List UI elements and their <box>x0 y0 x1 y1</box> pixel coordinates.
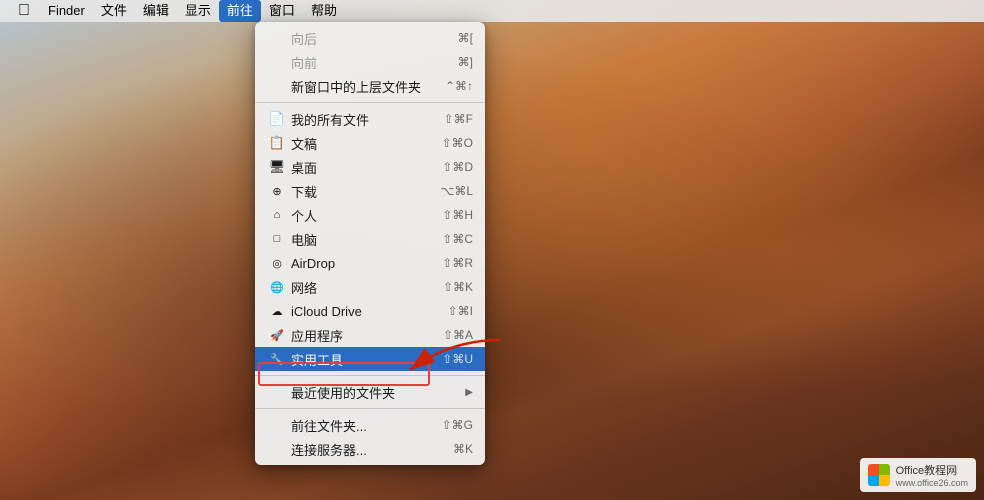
downloads-icon: ⊕ <box>267 185 287 198</box>
menubar-edit[interactable]: 编辑 <box>135 0 177 22</box>
menu-item-forward[interactable]: 向前 ⌘] <box>255 50 485 74</box>
icloud-label: iCloud Drive <box>291 304 448 319</box>
downloads-label: 下载 <box>291 182 440 201</box>
applications-shortcut: ⇧⌘A <box>443 328 473 342</box>
enclosing-shortcut: ⌃⌘↑ <box>445 79 473 93</box>
applications-label: 应用程序 <box>291 326 443 345</box>
icloud-icon: ☁ <box>267 305 287 318</box>
documents-shortcut: ⇧⌘O <box>442 136 473 150</box>
utilities-shortcut: ⇧⌘U <box>442 352 473 366</box>
separator-2 <box>255 375 485 376</box>
allfiles-label: 我的所有文件 <box>291 110 444 129</box>
icloud-shortcut: ⇧⌘I <box>448 304 473 318</box>
documents-label: 文稿 <box>291 134 442 153</box>
menu-item-gotofolder[interactable]: 前往文件夹... ⇧⌘G <box>255 413 485 437</box>
watermark-subtext: www.office26.com <box>896 478 968 488</box>
menubar-finder[interactable]: Finder <box>40 0 93 22</box>
menu-item-downloads[interactable]: ⊕ 下载 ⌥⌘L <box>255 179 485 203</box>
menu-item-recents[interactable]: 最近使用的文件夹 ▶ <box>255 380 485 404</box>
network-icon: 🌐 <box>267 281 287 294</box>
menubar-file[interactable]: 文件 <box>93 0 135 22</box>
menu-item-enclosing[interactable]: 新窗口中的上层文件夹 ⌃⌘↑ <box>255 74 485 98</box>
desktop-label: 桌面 <box>291 158 442 177</box>
desktop-icon: 🖥 <box>267 159 287 175</box>
menu-item-documents[interactable]: 📋 文稿 ⇧⌘O <box>255 131 485 155</box>
computer-label: 电脑 <box>291 230 442 249</box>
network-label: 网络 <box>291 278 443 297</box>
back-shortcut: ⌘[ <box>458 31 473 45</box>
menu-item-icloud[interactable]: ☁ iCloud Drive ⇧⌘I <box>255 299 485 323</box>
enclosing-label: 新窗口中的上层文件夹 <box>291 77 445 96</box>
menubar-help[interactable]: 帮助 <box>303 0 345 22</box>
menu-item-utilities[interactable]: 🔧 实用工具 ⇧⌘U <box>255 347 485 371</box>
allfiles-shortcut: ⇧⌘F <box>444 112 473 126</box>
utilities-icon: 🔧 <box>267 353 287 366</box>
forward-label: 向前 <box>291 53 458 72</box>
menu-item-connectserver[interactable]: 连接服务器... ⌘K <box>255 437 485 461</box>
separator-3 <box>255 408 485 409</box>
go-menu-dropdown: 向后 ⌘[ 向前 ⌘] 新窗口中的上层文件夹 ⌃⌘↑ 📄 我的所有文件 ⇧⌘F … <box>255 22 485 465</box>
documents-icon: 📋 <box>267 135 287 151</box>
recents-label: 最近使用的文件夹 <box>291 383 465 402</box>
airdrop-shortcut: ⇧⌘R <box>442 256 473 270</box>
separator-1 <box>255 102 485 103</box>
menubar:  Finder 文件 编辑 显示 前往 窗口 帮助 <box>0 0 984 22</box>
home-shortcut: ⇧⌘H <box>442 208 473 222</box>
connectserver-shortcut: ⌘K <box>453 442 473 456</box>
watermark: Office教程网 www.office26.com <box>860 458 976 492</box>
menu-item-back[interactable]: 向后 ⌘[ <box>255 26 485 50</box>
desktop:  Finder 文件 编辑 显示 前往 窗口 帮助 向后 ⌘[ 向前 ⌘] 新… <box>0 0 984 500</box>
menu-item-computer[interactable]: □ 电脑 ⇧⌘C <box>255 227 485 251</box>
connectserver-label: 连接服务器... <box>291 440 453 459</box>
applications-icon: 🚀 <box>267 329 287 342</box>
desktop-shortcut: ⇧⌘D <box>442 160 473 174</box>
watermark-text: Office教程网 <box>896 462 968 478</box>
computer-shortcut: ⇧⌘C <box>442 232 473 246</box>
gotofolder-label: 前往文件夹... <box>291 416 442 435</box>
network-shortcut: ⇧⌘K <box>443 280 473 294</box>
menu-item-network[interactable]: 🌐 网络 ⇧⌘K <box>255 275 485 299</box>
menu-item-desktop[interactable]: 🖥 桌面 ⇧⌘D <box>255 155 485 179</box>
forward-shortcut: ⌘] <box>458 55 473 69</box>
menubar-view[interactable]: 显示 <box>177 0 219 22</box>
background-overlay <box>0 0 984 500</box>
gotofolder-shortcut: ⇧⌘G <box>442 418 473 432</box>
airdrop-icon: ◎ <box>267 257 287 270</box>
menu-item-airdrop[interactable]: ◎ AirDrop ⇧⌘R <box>255 251 485 275</box>
recents-arrow: ▶ <box>465 387 473 398</box>
menu-item-allfiles[interactable]: 📄 我的所有文件 ⇧⌘F <box>255 107 485 131</box>
apple-menu[interactable]:  <box>8 0 40 22</box>
home-label: 个人 <box>291 206 442 225</box>
computer-icon: □ <box>267 233 287 245</box>
menubar-window[interactable]: 窗口 <box>261 0 303 22</box>
downloads-shortcut: ⌥⌘L <box>440 184 473 198</box>
airdrop-label: AirDrop <box>291 256 442 271</box>
menu-item-applications[interactable]: 🚀 应用程序 ⇧⌘A <box>255 323 485 347</box>
utilities-label: 实用工具 <box>291 350 442 369</box>
allfiles-icon: 📄 <box>267 111 287 127</box>
back-label: 向后 <box>291 29 458 48</box>
home-icon: ⌂ <box>267 209 287 221</box>
menu-item-home[interactable]: ⌂ 个人 ⇧⌘H <box>255 203 485 227</box>
menubar-go[interactable]: 前往 <box>219 0 261 22</box>
